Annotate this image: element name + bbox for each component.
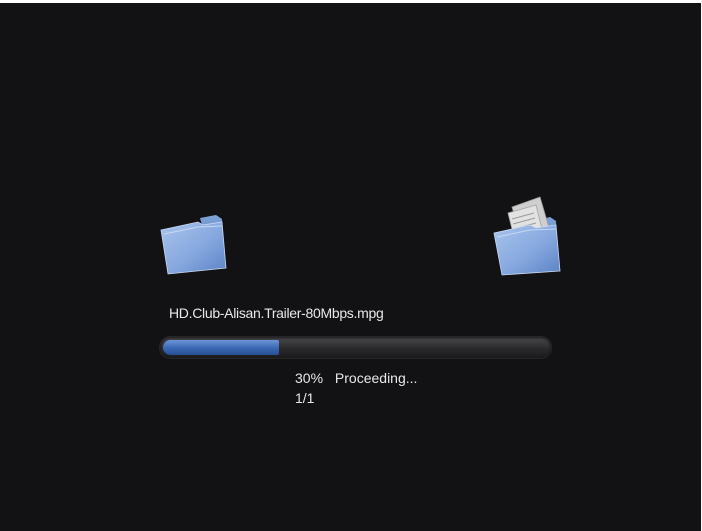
folder-icon <box>160 215 227 275</box>
file-count: 1/1 <box>295 390 315 406</box>
file-name: HD.Club-Alisan.Trailer-80Mbps.mpg <box>169 305 384 321</box>
progress-percent: 30% <box>295 370 324 386</box>
status-text: Proceeding... <box>334 370 418 386</box>
progress-bar <box>160 337 551 358</box>
status-line: 30% Proceeding... <box>295 370 417 386</box>
progress-bar-fill <box>163 340 279 355</box>
folder-with-files-icon <box>493 196 561 276</box>
copy-progress-screen: HD.Club-Alisan.Trailer-80Mbps.mpg 30% Pr… <box>0 0 702 531</box>
frame-edge-top <box>0 0 702 3</box>
